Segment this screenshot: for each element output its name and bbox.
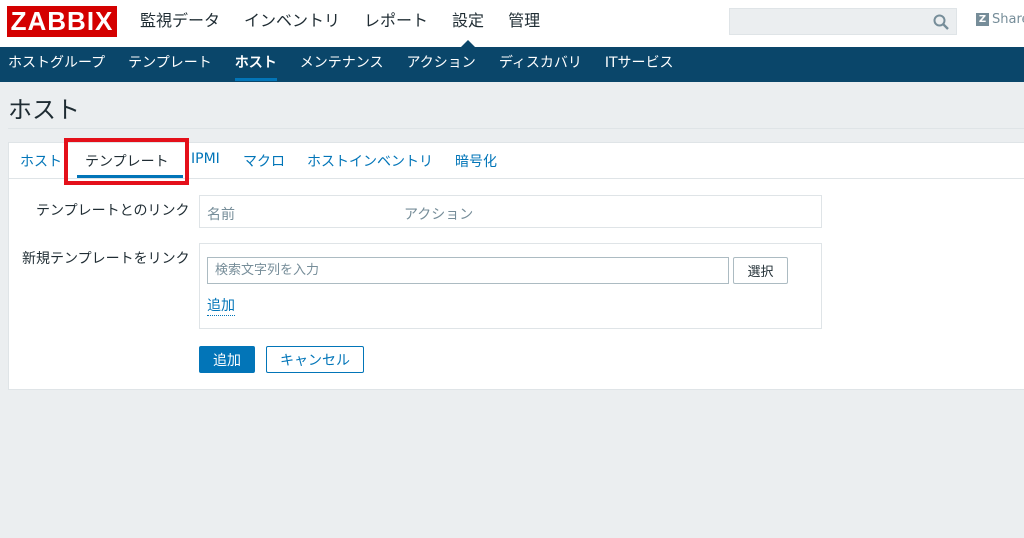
cancel-button[interactable]: キャンセル: [266, 346, 364, 373]
main-menu-monitoring[interactable]: 監視データ: [140, 0, 220, 47]
share-logo-icon: Z: [976, 13, 989, 26]
tab-host[interactable]: ホスト: [20, 151, 62, 171]
tab-encryption[interactable]: 暗号化: [455, 151, 497, 171]
sub-menu-actions[interactable]: アクション: [407, 47, 476, 82]
sub-menu-templates[interactable]: テンプレート: [128, 47, 212, 82]
main-menu-inventory[interactable]: インベントリ: [244, 0, 340, 47]
template-search-input[interactable]: [207, 257, 729, 284]
add-template-link[interactable]: 追加: [207, 297, 235, 316]
tab-ipmi[interactable]: IPMI: [191, 151, 220, 167]
main-menu-configuration[interactable]: 設定: [452, 0, 484, 48]
tab-host-inventory[interactable]: ホストインベントリ: [307, 151, 433, 171]
sub-menu-hosts[interactable]: ホスト: [234, 47, 277, 82]
main-menu: 監視データ インベントリ レポート 設定 管理: [140, 0, 564, 48]
new-template-label: 新規テンプレートをリンク: [22, 251, 190, 267]
new-template-box: [199, 243, 822, 329]
share-label: Share: [992, 12, 1024, 27]
select-template-button[interactable]: 選択: [733, 257, 788, 284]
zabbix-logo[interactable]: ZABBIX: [7, 6, 117, 37]
page-title: ホスト: [8, 96, 80, 124]
share-link[interactable]: Z Share: [976, 12, 1024, 27]
highlight-box-templates-tab: [64, 138, 189, 185]
column-header-action: アクション: [404, 207, 474, 223]
main-menu-administration[interactable]: 管理: [508, 0, 540, 47]
linked-templates-label: テンプレートとのリンク: [36, 203, 190, 219]
sub-menu-host-groups[interactable]: ホストグループ: [8, 47, 105, 82]
tab-macros[interactable]: マクロ: [243, 151, 285, 171]
sub-menu-discovery[interactable]: ディスカバリ: [499, 47, 582, 82]
add-button[interactable]: 追加: [199, 346, 255, 373]
main-menu-reports[interactable]: レポート: [364, 0, 428, 47]
title-divider: [8, 128, 1024, 129]
sub-menu-bar: ホストグループ テンプレート ホスト メンテナンス アクション ディスカバリ I…: [0, 47, 1024, 82]
column-header-name: 名前: [207, 207, 235, 223]
top-header: ZABBIX 監視データ インベントリ レポート 設定 管理 Z Share: [0, 0, 1024, 48]
sub-menu-maintenance[interactable]: メンテナンス: [300, 47, 384, 82]
sub-menu: ホストグループ テンプレート ホスト メンテナンス アクション ディスカバリ I…: [8, 47, 697, 82]
sub-menu-it-services[interactable]: ITサービス: [605, 47, 674, 82]
search-icon[interactable]: [932, 13, 950, 31]
global-search-input[interactable]: [729, 8, 957, 35]
linked-templates-table: [199, 195, 822, 228]
